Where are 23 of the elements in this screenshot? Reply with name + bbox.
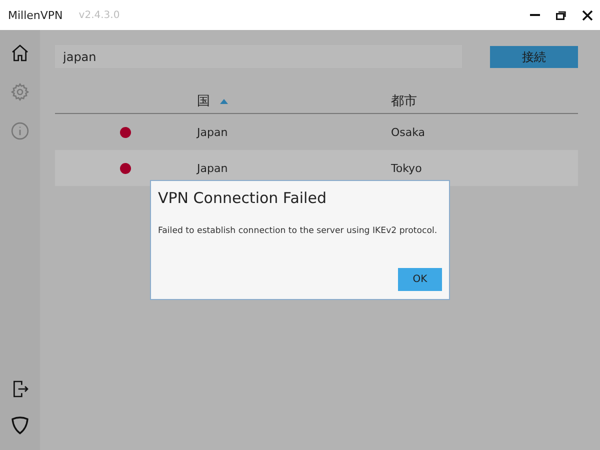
version-label: v2.4.3.0 xyxy=(78,10,120,20)
city-cell-text: Tokyo xyxy=(391,162,423,174)
flag-icon xyxy=(120,126,130,138)
home-icon xyxy=(10,43,30,63)
close-icon xyxy=(582,10,592,20)
restore-icon xyxy=(556,10,566,20)
country-cell-text: Japan xyxy=(197,162,229,174)
column-header[interactable]: 都市 xyxy=(391,92,417,110)
connect-button[interactable]: 接続 xyxy=(490,46,578,68)
search-field[interactable]: japan xyxy=(55,45,462,68)
app-title: MillenVPN xyxy=(8,8,63,22)
column-header[interactable]: 国 xyxy=(197,92,210,110)
dialog-message: Failed to establish connection to the server using IKEv2 protocol. xyxy=(158,226,438,236)
dialog-title: VPN Connection Failed xyxy=(158,189,328,207)
city-cell-text: Osaka xyxy=(391,126,426,138)
minimize-icon xyxy=(530,14,540,16)
settings-icon xyxy=(10,82,30,102)
info-icon xyxy=(10,121,30,141)
shield-icon xyxy=(10,415,30,435)
table-row[interactable]: Japan Tokyo xyxy=(55,150,578,186)
ok-button[interactable]: OK xyxy=(398,268,442,291)
country-cell-text: Japan xyxy=(197,126,229,138)
flag-icon xyxy=(120,162,130,174)
